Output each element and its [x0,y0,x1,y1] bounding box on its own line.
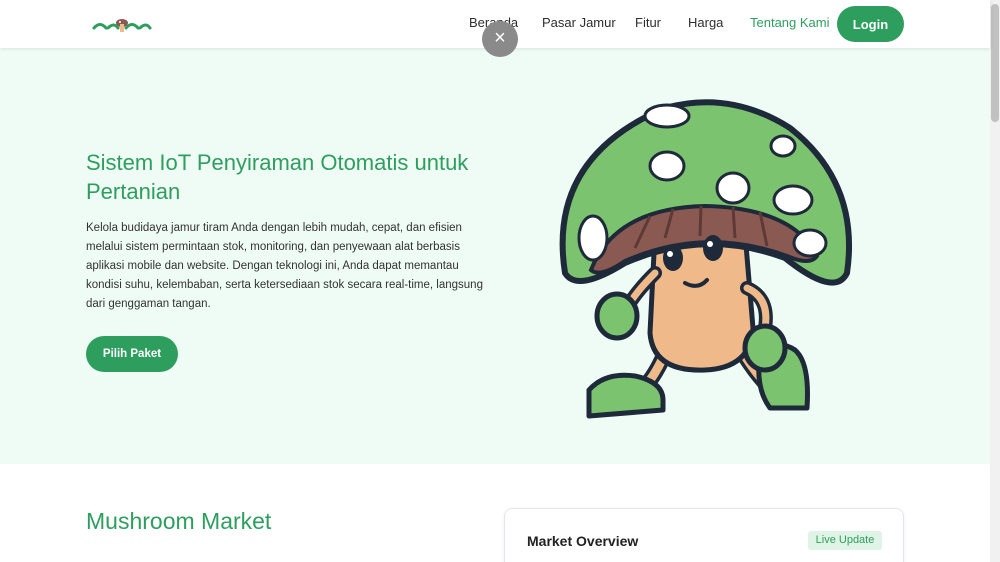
market-section-title: Mushroom Market [86,508,272,534]
mushroom-logo-icon[interactable] [92,17,152,35]
scrollbar-thumb[interactable] [991,4,999,122]
nav-link-pasar-jamur[interactable]: Pasar Jamur [542,15,616,30]
hero-section: Sistem IoT Penyiraman Otomatis untuk Per… [0,48,990,464]
choose-package-button[interactable]: Pilih Paket [86,336,178,372]
hero-title: Sistem IoT Penyiraman Otomatis untuk Per… [86,150,469,204]
close-icon[interactable]: × [482,21,518,57]
hero-description: Kelola budidaya jamur tiram Anda dengan … [86,222,483,310]
page-scrollbar[interactable] [990,0,1000,562]
card-title: Market Overview [527,533,639,549]
market-overview-card: Market Overview Live Update [504,508,904,562]
nav-link-fitur[interactable]: Fitur [635,15,661,30]
login-button[interactable]: Login [837,6,904,42]
mushroom-mascot-icon [559,99,853,419]
nav-link-tentang-kami[interactable]: Tentang Kami [750,15,830,30]
nav-link-harga[interactable]: Harga [688,15,723,30]
live-update-badge: Live Update [808,531,882,550]
